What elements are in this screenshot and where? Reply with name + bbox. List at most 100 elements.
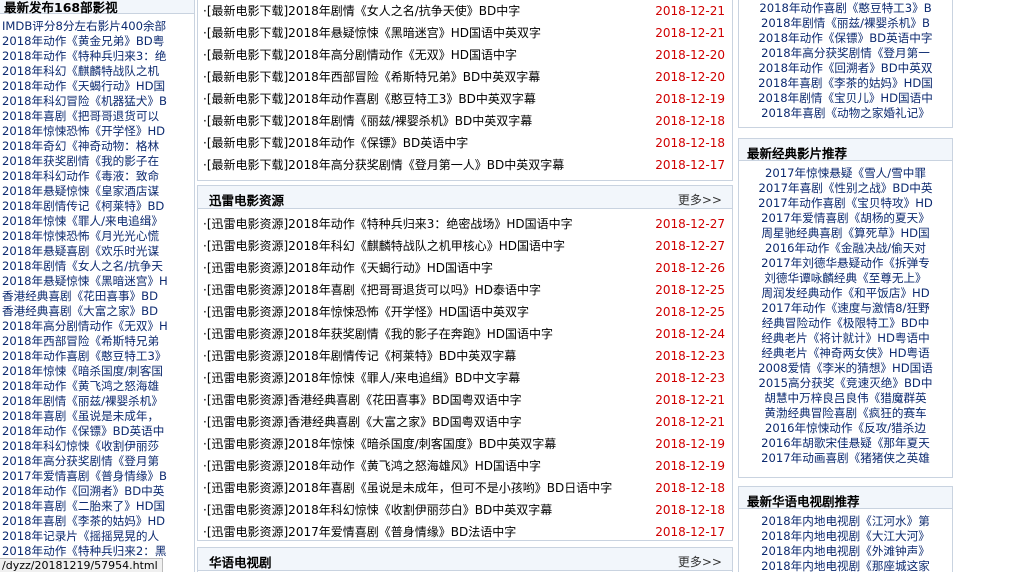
classic-item[interactable]: 胡慧中万梓良吕良伟《猎魔群英 <box>739 391 952 406</box>
classic-item[interactable]: 2016年胡歌宋佳悬疑《那年夏天 <box>739 436 952 451</box>
latest-release-item[interactable]: 2018年悬疑惊悚《皇家酒店谋 <box>0 184 194 199</box>
latest-release-item[interactable]: 2018年惊悚《罪人/来电追缉》 <box>0 214 194 229</box>
latest-release-item[interactable]: 2018年西部冒险《希斯特兄弟 <box>0 334 194 349</box>
tv-list: 2018年内地电视剧《江河水》第 2018年内地电视剧《大江大河》 2018年内地电… <box>739 509 952 572</box>
recommend-item[interactable]: 2018年动作《回溯者》BD中英双 <box>739 61 952 76</box>
latest-release-item[interactable]: 2018年科幻冒险《机器猛犬》B <box>0 94 194 109</box>
latest-release-item[interactable]: 2018年动作《黄飞鸿之怒海雄 <box>0 379 194 394</box>
xunlei-row-link[interactable]: ·[迅雷电影资源]2018年动作《天蝎行动》HD国语中字 <box>203 261 493 275</box>
latest-release-item[interactable]: 2018年科幻动作《毒液：致命 <box>0 169 194 184</box>
xunlei-row-link[interactable]: ·[迅雷电影资源]2018年喜剧《把哥哥退货可以吗》HD泰语中字 <box>203 283 541 297</box>
classic-item[interactable]: 黄渤经典冒险喜剧《疯狂的赛车 <box>739 406 952 421</box>
latest-release-item[interactable]: 2018年剧情传记《柯莱特》BD <box>0 199 194 214</box>
xunlei-row-date: 2018-12-19 <box>655 437 725 451</box>
classic-item[interactable]: 2017年惊悚悬疑《雪人/雪中罪 <box>739 166 952 181</box>
latest-release-item[interactable]: 2018年动作喜剧《憨豆特工3》 <box>0 349 194 364</box>
classic-item[interactable]: 2016年动作《金融决战/偷天对 <box>739 241 952 256</box>
download-row-link[interactable]: ·[最新电影下载]2018年动作喜剧《憨豆特工3》BD中英双字幕 <box>203 92 536 106</box>
classic-item[interactable]: 周润发经典动作《和平饭店》HD <box>739 286 952 301</box>
xunlei-row-link[interactable]: ·[迅雷电影资源]2018年科幻惊悚《收割伊丽莎白》BD中英双字幕 <box>203 503 552 517</box>
latest-release-item[interactable]: 香港经典喜剧《花田喜事》BD <box>0 289 194 304</box>
xunlei-row-link[interactable]: ·[迅雷电影资源]2018年剧情传记《柯莱特》BD中英双字幕 <box>203 349 516 363</box>
classic-item[interactable]: 经典老片《神奇两女侠》HD粤语 <box>739 346 952 361</box>
tv-item[interactable]: 2018年内地电视剧《外滩钟声》 <box>739 544 952 559</box>
latest-release-item[interactable]: 香港经典喜剧《大富之家》BD <box>0 304 194 319</box>
download-row-link[interactable]: ·[最新电影下载]2018年动作《保镖》BD英语中字 <box>203 136 468 150</box>
classic-item[interactable]: 2017年动画喜剧《猪猪侠之英雄 <box>739 451 952 466</box>
latest-release-item[interactable]: 2018年动作《保镖》BD英语中 <box>0 424 194 439</box>
latest-release-item[interactable]: 2018年高分获奖剧情《登月第 <box>0 454 194 469</box>
xunlei-row-link[interactable]: ·[迅雷电影资源]香港经典喜剧《花田喜事》BD国粤双语中字 <box>203 393 522 407</box>
tv-item[interactable]: 2018年内地电视剧《大江大河》 <box>739 529 952 544</box>
latest-release-item[interactable]: 2018年喜剧《二胎来了》HD国 <box>0 499 194 514</box>
latest-release-item[interactable]: 2018年惊悚恐怖《开学怪》HD <box>0 124 194 139</box>
latest-release-item[interactable]: 2017年爱情喜剧《普身情缘》B <box>0 469 194 484</box>
latest-release-item[interactable]: 2018年动作《黄金兄弟》BD粤 <box>0 34 194 49</box>
xunlei-row-link[interactable]: ·[迅雷电影资源]2018年动作《黄飞鸿之怒海雄风》HD国语中字 <box>203 459 541 473</box>
classic-item[interactable]: 刘德华谭咏麟经典《至尊无上》 <box>739 271 952 286</box>
xunlei-row-link[interactable]: ·[迅雷电影资源]2018年惊悚《罪人/来电追缉》BD中文字幕 <box>203 371 520 385</box>
classic-item[interactable]: 2017年动作《速度与激情8/狂野 <box>739 301 952 316</box>
recommend-item[interactable]: 2018年高分获奖剧情《登月第一 <box>739 46 952 61</box>
download-row-link[interactable]: ·[最新电影下载]2018年高分剧情动作《无双》HD国语中字 <box>203 48 517 62</box>
classic-item[interactable]: 周星驰经典喜剧《算死草》HD国 <box>739 226 952 241</box>
classic-item[interactable]: 2015高分获奖《竞速灭绝》BD中 <box>739 376 952 391</box>
classic-item[interactable]: 2017年喜剧《性别之战》BD中英 <box>739 181 952 196</box>
recommend-item[interactable]: 2018年动作《保镖》BD英语中字 <box>739 31 952 46</box>
classic-item[interactable]: 2017年动作喜剧《宝贝特攻》HD <box>739 196 952 211</box>
xunlei-row-link[interactable]: ·[迅雷电影资源]2018年动作《特种兵归来3：绝密战场》HD国语中字 <box>203 217 573 231</box>
latest-release-item[interactable]: 2018年悬疑喜剧《欢乐时光谋 <box>0 244 194 259</box>
download-row: ·[最新电影下载]2018年剧情《女人之名/抗争天使》BD中字 2018-12-2… <box>198 0 732 22</box>
latest-release-item[interactable]: 2018年喜剧《李茶的姑妈》HD <box>0 514 194 529</box>
xunlei-row-link[interactable]: ·[迅雷电影资源]2018年喜剧《虽说是未成年，但可不是小孩哟》BD日语中字 <box>203 481 612 495</box>
latest-release-item[interactable]: 2018年剧情《丽兹/裸婴杀机》 <box>0 394 194 409</box>
recommend-list: 2018年动作喜剧《憨豆特工3》B 2018年剧情《丽兹/裸婴杀机》B 2018年动… <box>739 0 952 121</box>
download-row-link[interactable]: ·[最新电影下载]2018年剧情《丽兹/裸婴杀机》BD中英双字幕 <box>203 114 532 128</box>
xunlei-row-link[interactable]: ·[迅雷电影资源]2017年爱情喜剧《普身情缘》BD法语中字 <box>203 525 516 539</box>
xunlei-row: ·[迅雷电影资源]香港经典喜剧《大富之家》BD国粤双语中字 2018-12-21 <box>198 411 732 433</box>
download-row-link[interactable]: ·[最新电影下载]2018年西部冒险《希斯特兄弟》BD中英双字幕 <box>203 70 540 84</box>
recommend-item[interactable]: 2018年动作喜剧《憨豆特工3》B <box>739 1 952 16</box>
latest-release-item[interactable]: 2018年悬疑惊悚《黑暗迷宫》H <box>0 274 194 289</box>
drama-more-link[interactable]: 更多>> <box>678 553 722 570</box>
latest-release-item[interactable]: 2018年高分剧情动作《无双》H <box>0 319 194 334</box>
latest-release-item[interactable]: 2018年动作《特种兵归来3：绝 <box>0 49 194 64</box>
xunlei-row-link[interactable]: ·[迅雷电影资源]2018年科幻《麒麟特战队之机甲核心》HD国语中字 <box>203 239 565 253</box>
latest-release-item[interactable]: 2018年动作《回溯者》BD中英 <box>0 484 194 499</box>
latest-release-item[interactable]: 2018年喜剧《虽说是未成年， <box>0 409 194 424</box>
latest-release-item[interactable]: 2018年科幻《麒麟特战队之机 <box>0 64 194 79</box>
recommend-item[interactable]: 2018年喜剧《动物之家婚礼记》 <box>739 106 952 121</box>
latest-release-item[interactable]: 2018年获奖剧情《我的影子在 <box>0 154 194 169</box>
recommend-item[interactable]: 2018年剧情《宝贝儿》HD国语中 <box>739 91 952 106</box>
latest-release-item[interactable]: 2018年惊悚《暗杀国度/刺客国 <box>0 364 194 379</box>
latest-release-item[interactable]: 2018年喜剧《把哥哥退货可以 <box>0 109 194 124</box>
recommend-item[interactable]: 2018年喜剧《李茶的姑妈》HD国 <box>739 76 952 91</box>
xunlei-row-link[interactable]: ·[迅雷电影资源]2018年惊悚《暗杀国度/刺客国度》BD中英双字幕 <box>203 437 556 451</box>
xunlei-row: ·[迅雷电影资源]2018年喜剧《虽说是未成年，但可不是小孩哟》BD日语中字 20… <box>198 477 732 499</box>
download-row-link[interactable]: ·[最新电影下载]2018年高分获奖剧情《登月第一人》BD中英双字幕 <box>203 158 564 172</box>
xunlei-more-link[interactable]: 更多>> <box>678 191 722 208</box>
tv-item[interactable]: 2018年内地电视剧《那座城这家 <box>739 559 952 572</box>
download-row-link[interactable]: ·[最新电影下载]2018年剧情《女人之名/抗争天使》BD中字 <box>203 4 520 18</box>
tv-item[interactable]: 2018年内地电视剧《江河水》第 <box>739 514 952 529</box>
xunlei-row-link[interactable]: ·[迅雷电影资源]2018年获奖剧情《我的影子在奔跑》HD国语中字 <box>203 327 553 341</box>
latest-release-item[interactable]: 2018年动作《天蝎行动》HD国 <box>0 79 194 94</box>
recommend-item[interactable]: 2018年剧情《丽兹/裸婴杀机》B <box>739 16 952 31</box>
classic-item[interactable]: 2008爱情《李米的猜想》HD国语 <box>739 361 952 376</box>
xunlei-row-link[interactable]: ·[迅雷电影资源]香港经典喜剧《大富之家》BD国粤双语中字 <box>203 415 522 429</box>
xunlei-row-link[interactable]: ·[迅雷电影资源]2018年惊悚恐怖《开学怪》HD国语中英双字 <box>203 305 529 319</box>
latest-release-item[interactable]: 2018年科幻惊悚《收割伊丽莎 <box>0 439 194 454</box>
latest-release-item[interactable]: 2018年惊悚恐怖《月光光心慌 <box>0 229 194 244</box>
latest-release-item[interactable]: 2018年动作《特种兵归来2：黑 <box>0 544 194 559</box>
latest-release-item[interactable]: IMDB评分8分左右影片400余部 <box>0 19 194 34</box>
classic-item[interactable]: 经典老片《将计就计》HD粤语中 <box>739 331 952 346</box>
download-row-link[interactable]: ·[最新电影下载]2018年悬疑惊悚《黑暗迷宫》HD国语中英双字 <box>203 26 541 40</box>
latest-release-item[interactable]: 2018年奇幻《神奇动物：格林 <box>0 139 194 154</box>
latest-release-item[interactable]: 2018年记录片《摇摇晃晃的人 <box>0 529 194 544</box>
classic-item[interactable]: 2016年惊悚动作《反攻/猎杀边 <box>739 421 952 436</box>
xunlei-row-date: 2018-12-26 <box>655 261 725 275</box>
classic-item[interactable]: 2017年刘德华悬疑动作《拆弹专 <box>739 256 952 271</box>
latest-release-item[interactable]: 2018年剧情《女人之名/抗争天 <box>0 259 194 274</box>
classic-item[interactable]: 经典冒险动作《极限特工》BD中 <box>739 316 952 331</box>
classic-item[interactable]: 2017年爱情喜剧《胡杨的夏天》 <box>739 211 952 226</box>
